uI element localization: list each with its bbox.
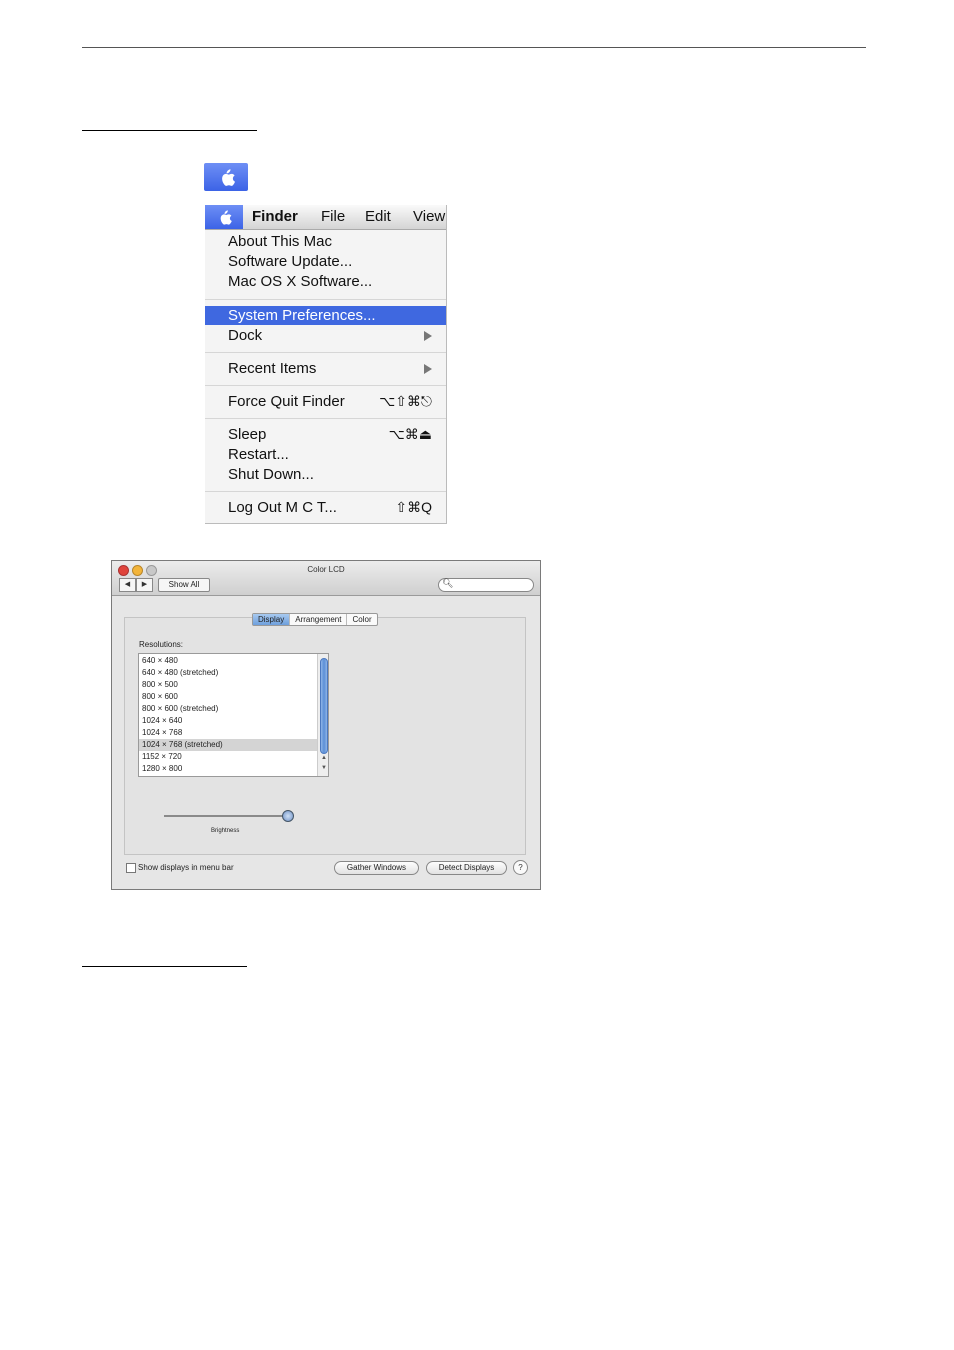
- forward-button[interactable]: ▶: [136, 578, 153, 592]
- section-rule-2: [82, 966, 247, 967]
- menu-item-about-this-mac[interactable]: About This Mac: [205, 232, 446, 252]
- brightness-slider-track[interactable]: [164, 815, 288, 817]
- submenu-arrow-icon: [424, 364, 432, 374]
- menu-item-mac-os-x-software[interactable]: Mac OS X Software...: [205, 272, 446, 292]
- list-item[interactable]: 800 × 600 (stretched): [139, 703, 317, 715]
- header-rule: [82, 47, 866, 48]
- scroll-down-icon[interactable]: ▼: [321, 765, 327, 771]
- brightness-slider-knob[interactable]: [282, 810, 294, 822]
- show-all-button[interactable]: Show All: [158, 578, 210, 592]
- menu-item-system-preferences[interactable]: System Preferences...: [205, 306, 446, 325]
- list-scrollbar[interactable]: ▲ ▼: [317, 654, 328, 776]
- list-item[interactable]: 1024 × 768: [139, 727, 317, 739]
- keyboard-shortcut: ⇧⌘Q: [395, 499, 432, 515]
- window-title: Color LCD: [307, 565, 345, 574]
- list-item[interactable]: 640 × 480: [139, 655, 317, 667]
- menu-item-sleep[interactable]: Sleep ⌥⌘⏏: [205, 425, 446, 445]
- scroll-up-icon[interactable]: ▲: [321, 755, 327, 761]
- menu-bar: Finder File Edit View: [205, 205, 446, 230]
- menu-separator: [205, 299, 446, 300]
- menu-item-label: System Preferences...: [228, 307, 376, 324]
- scrollbar-thumb[interactable]: [320, 658, 328, 754]
- menu-item-force-quit[interactable]: Force Quit Finder ⌥⇧⌘⎋: [205, 392, 446, 412]
- menu-item-restart[interactable]: Restart...: [205, 445, 446, 465]
- tab-color[interactable]: Color: [347, 614, 376, 625]
- menu-bar-finder[interactable]: Finder: [252, 208, 298, 225]
- help-button[interactable]: ?: [513, 860, 528, 875]
- menu-separator: [205, 352, 446, 353]
- menu-item-dock[interactable]: Dock: [205, 326, 446, 346]
- list-item-label: 1024 × 768: [142, 728, 183, 737]
- tab-display[interactable]: Display: [253, 614, 291, 625]
- gather-windows-button[interactable]: Gather Windows: [334, 861, 419, 875]
- menu-separator: [205, 418, 446, 419]
- resolutions-label: Resolutions:: [139, 640, 184, 649]
- menu-item-software-update[interactable]: Software Update...: [205, 252, 446, 272]
- menu-item-label: Software Update...: [228, 253, 353, 270]
- menu-item-label: About This Mac: [228, 233, 332, 250]
- list-item-label: 800 × 600: [142, 692, 178, 701]
- display-preferences-window: Color LCD ◀ ▶ Show All 🔍︎ Display Arrang…: [111, 560, 541, 890]
- menu-item-label: Shut Down...: [228, 466, 314, 483]
- back-button[interactable]: ◀: [119, 578, 136, 592]
- apple-menu-button[interactable]: [204, 163, 248, 191]
- menu-item-shut-down[interactable]: Shut Down...: [205, 465, 446, 485]
- menu-item-label: Log Out M C T...: [228, 499, 337, 516]
- menu-bar-edit[interactable]: Edit: [365, 208, 391, 225]
- menu-item-label: Force Quit Finder: [228, 393, 345, 410]
- window-titlebar: Color LCD ◀ ▶ Show All 🔍︎: [112, 561, 540, 596]
- list-item[interactable]: 640 × 480 (stretched): [139, 667, 317, 679]
- menu-separator: [205, 491, 446, 492]
- list-item-label: 800 × 500: [142, 680, 178, 689]
- menu-item-label: Sleep: [228, 426, 267, 443]
- search-input[interactable]: 🔍︎: [438, 578, 534, 592]
- tab-arrangement[interactable]: Arrangement: [290, 614, 348, 625]
- list-item-label: 800 × 600 (stretched): [142, 704, 219, 713]
- section-rule-1: [82, 130, 257, 131]
- list-item-label: 640 × 480: [142, 656, 178, 665]
- list-item[interactable]: 800 × 500: [139, 679, 317, 691]
- list-item-label: 1280 × 800: [142, 764, 183, 773]
- menu-bar-apple[interactable]: [205, 205, 243, 229]
- menu-item-label: Mac OS X Software...: [228, 273, 373, 290]
- keyboard-shortcut: ⌥⇧⌘⎋: [379, 393, 432, 409]
- submenu-arrow-icon: [424, 331, 432, 341]
- apple-dropdown-menu: Finder File Edit View About This Mac Sof…: [205, 205, 447, 524]
- apple-logo-icon: [220, 210, 232, 225]
- brightness-label: Brightness: [211, 828, 240, 834]
- show-displays-checkbox[interactable]: [126, 863, 136, 873]
- menu-item-recent-items[interactable]: Recent Items: [205, 359, 446, 379]
- apple-logo-icon: [222, 169, 235, 186]
- search-icon: 🔍︎: [442, 578, 454, 588]
- list-item-label: 640 × 480 (stretched): [142, 668, 219, 677]
- menu-bar-view[interactable]: View: [413, 208, 445, 225]
- resolutions-list[interactable]: 640 × 480 640 × 480 (stretched) 800 × 50…: [138, 653, 329, 777]
- menu-separator: [205, 385, 446, 386]
- list-item[interactable]: 800 × 600: [139, 691, 317, 703]
- show-displays-label: Show displays in menu bar: [138, 863, 234, 872]
- menu-item-label: Dock: [228, 327, 263, 344]
- menu-item-log-out[interactable]: Log Out M C T... ⇧⌘Q: [205, 498, 446, 518]
- menu-bar-file[interactable]: File: [321, 208, 345, 225]
- list-item[interactable]: 1280 × 800: [139, 763, 317, 775]
- list-item[interactable]: 1024 × 640: [139, 715, 317, 727]
- list-item-selected[interactable]: 1024 × 768 (stretched): [139, 739, 317, 751]
- detect-displays-button[interactable]: Detect Displays: [426, 861, 507, 875]
- menu-item-label: Recent Items: [228, 360, 317, 377]
- list-item[interactable]: 1152 × 720: [139, 751, 317, 763]
- tab-bar: Display Arrangement Color: [252, 613, 378, 626]
- list-item-label: 1152 × 720: [142, 752, 182, 761]
- menu-item-label: Restart...: [228, 446, 289, 463]
- keyboard-shortcut: ⌥⌘⏏: [388, 426, 432, 442]
- list-item-label: 1024 × 640: [142, 716, 183, 725]
- list-item-label: 1024 × 768 (stretched): [142, 740, 223, 749]
